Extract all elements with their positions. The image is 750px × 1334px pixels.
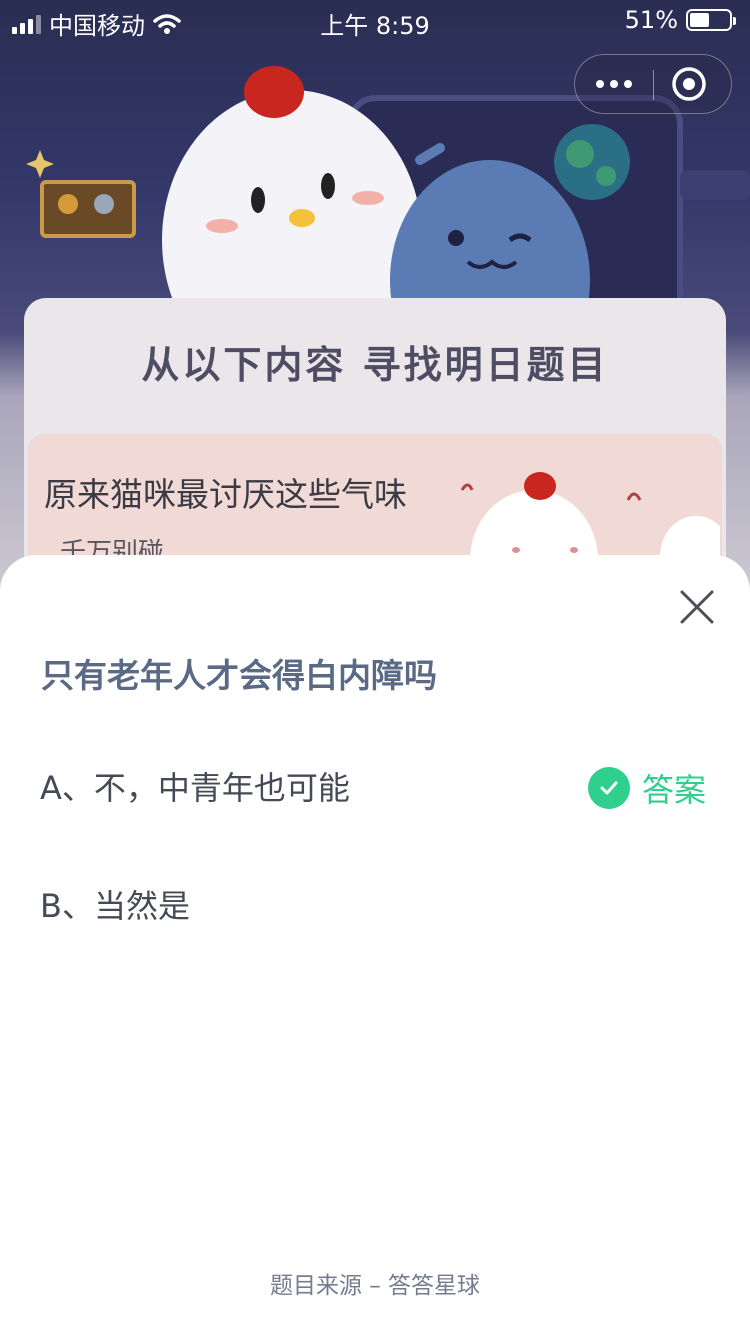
battery-icon	[686, 9, 736, 31]
background-article-title: 原来猫咪最讨厌这些气味	[44, 475, 407, 514]
question-text: 只有老年人才会得白内障吗	[41, 656, 437, 695]
battery-fill	[690, 13, 710, 27]
option-b[interactable]: B、当然是	[0, 866, 750, 946]
capsule-divider	[653, 70, 654, 100]
source-footer: 题目来源 – 答答星球	[269, 1273, 481, 1299]
status-bar: 中国移动 上午 8:59 51%	[0, 0, 750, 44]
mini-program-capsule	[574, 54, 732, 114]
correct-answer-badge: 答案	[588, 748, 706, 828]
battery-percent: 51%	[624, 6, 678, 34]
answer-label: 答案	[642, 771, 707, 809]
close-icon[interactable]	[676, 586, 718, 628]
option-a-label: A、不，中青年也可能	[40, 769, 350, 807]
background-heading: 从以下内容 寻找明日题目	[141, 343, 609, 387]
check-circle-icon	[588, 767, 630, 809]
close-circle-icon[interactable]	[671, 66, 707, 102]
more-dots-icon[interactable]	[575, 55, 653, 113]
article-illustration	[460, 472, 720, 570]
option-b-label: B、当然是	[40, 887, 190, 925]
